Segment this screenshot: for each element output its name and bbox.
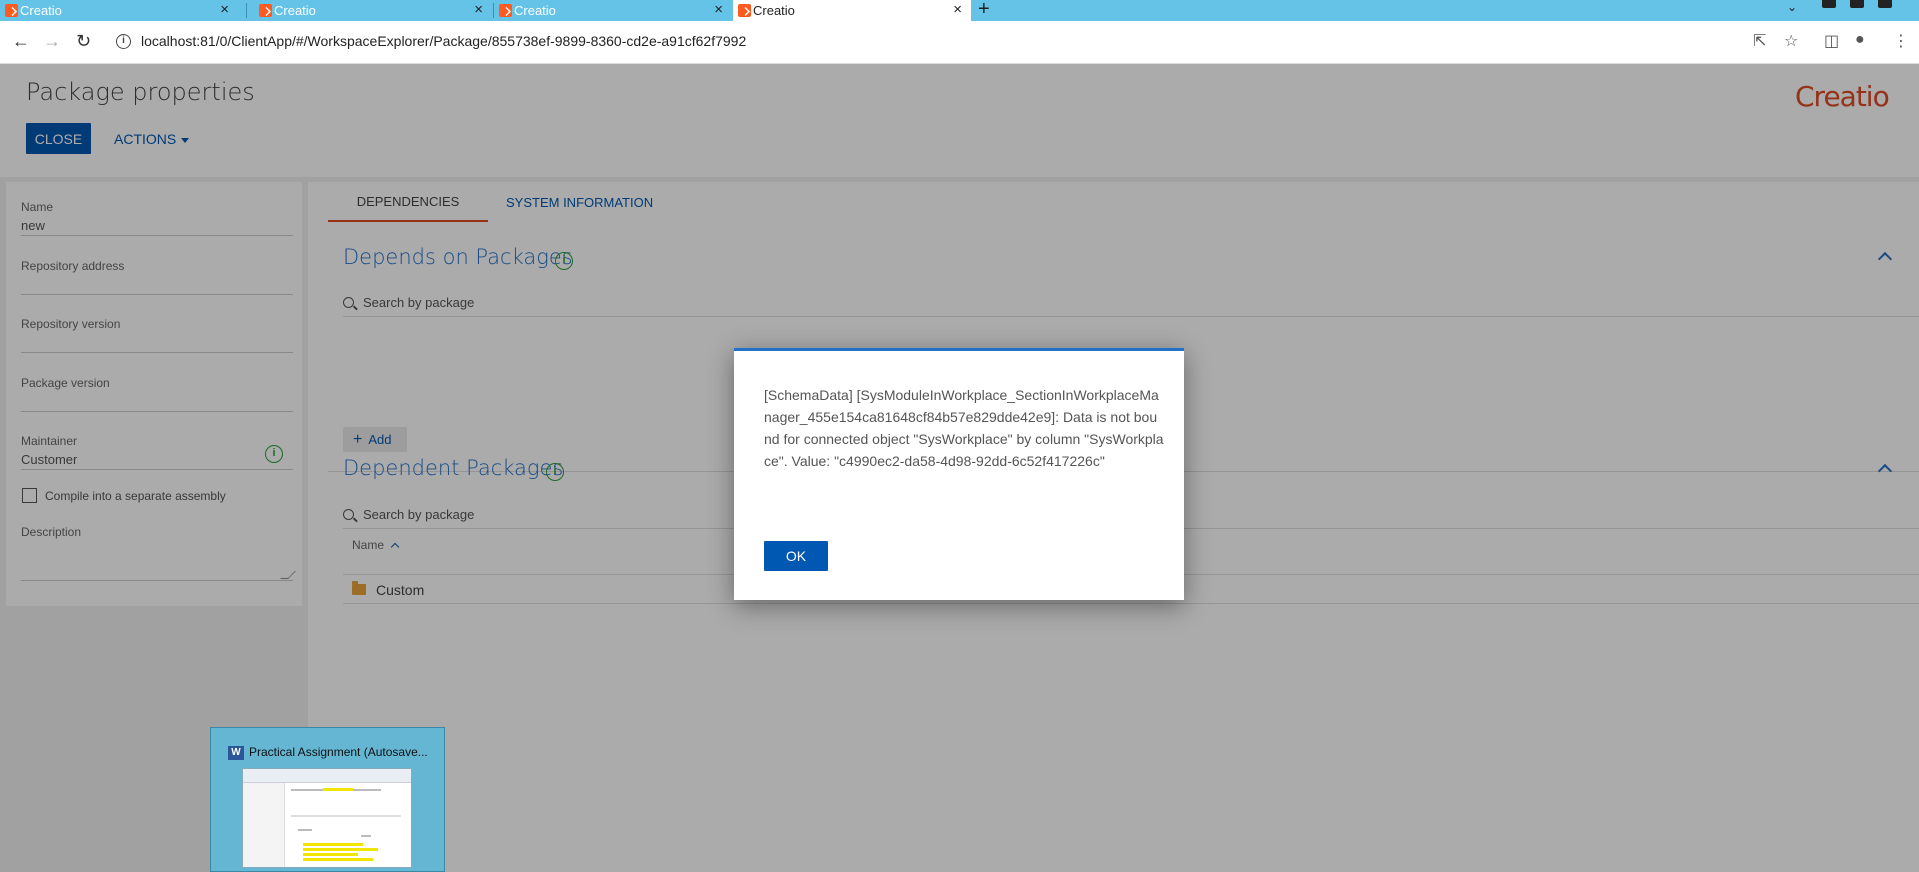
thumbnail-highlight — [303, 848, 378, 851]
new-tab-icon[interactable]: + — [978, 0, 990, 21]
thumbnail-line — [298, 829, 312, 831]
word-app-icon: W — [228, 746, 244, 760]
thumbnail-highlight — [303, 858, 373, 861]
browser-tab[interactable]: Creatio × — [0, 0, 238, 21]
forward-icon[interactable]: → — [43, 31, 61, 52]
window-close-icon[interactable] — [1878, 0, 1892, 8]
browser-tab-title: Creatio — [20, 3, 62, 18]
thumbnail-highlight — [303, 853, 358, 856]
close-tab-icon[interactable]: × — [474, 1, 483, 18]
share-icon[interactable]: ⇱ — [1753, 31, 1766, 51]
error-message: [SchemaData] [SysModuleInWorkplace_Secti… — [764, 387, 1164, 469]
creatio-favicon-icon — [259, 4, 272, 17]
browser-tab-title: Creatio — [274, 3, 316, 18]
creatio-favicon-icon — [499, 4, 512, 17]
close-tab-icon[interactable]: × — [953, 1, 962, 18]
error-dialog: [SchemaData] [SysModuleInWorkplace_Secti… — [734, 348, 1184, 600]
minimize-icon[interactable] — [1822, 0, 1836, 8]
browser-tab[interactable]: Creatio × — [254, 0, 492, 21]
ok-button[interactable]: OK — [764, 541, 828, 571]
creatio-favicon-icon — [738, 4, 751, 17]
browser-tab-title: Creatio — [514, 3, 556, 18]
star-icon[interactable]: ☆ — [1784, 31, 1798, 51]
restore-icon[interactable] — [1850, 0, 1864, 8]
menu-icon[interactable]: ⋮ — [1893, 31, 1909, 51]
browser-tabstrip: Creatio × Creatio × Creatio × Creatio × … — [0, 0, 1919, 21]
creatio-favicon-icon — [5, 4, 18, 17]
tab-separator — [246, 3, 247, 18]
reload-icon[interactable]: ↻ — [76, 31, 91, 52]
browser-toolbar: ← → ↻ i localhost:81/0/ClientApp/#/Works… — [0, 21, 1919, 64]
profile-icon[interactable]: ● — [1855, 31, 1865, 49]
tab-search-chevron-icon[interactable]: ⌄ — [1787, 0, 1797, 14]
back-icon[interactable]: ← — [12, 31, 30, 52]
thumbnail-sidebar — [243, 783, 285, 867]
site-info-icon[interactable]: i — [116, 34, 131, 49]
thumbnail-line — [361, 835, 371, 837]
browser-tab[interactable]: Creatio × — [494, 0, 732, 21]
close-tab-icon[interactable]: × — [714, 1, 723, 18]
thumbnail-ribbon — [243, 769, 411, 783]
close-tab-icon[interactable]: × — [220, 1, 229, 18]
browser-tab-title: Creatio — [753, 3, 795, 18]
taskbar-window-preview[interactable]: W Practical Assignment (Autosave... — [210, 727, 445, 872]
thumbnail-highlight — [323, 788, 353, 791]
document-thumbnail — [242, 768, 412, 868]
thumbnail-line — [291, 815, 401, 817]
sidebar-icon[interactable]: ◫ — [1824, 31, 1839, 51]
thumbnail-highlight — [303, 843, 363, 846]
preview-title: Practical Assignment (Autosave... — [249, 745, 428, 759]
address-bar[interactable]: localhost:81/0/ClientApp/#/WorkspaceExpl… — [141, 33, 746, 49]
browser-tab-active[interactable]: Creatio × — [733, 0, 971, 21]
